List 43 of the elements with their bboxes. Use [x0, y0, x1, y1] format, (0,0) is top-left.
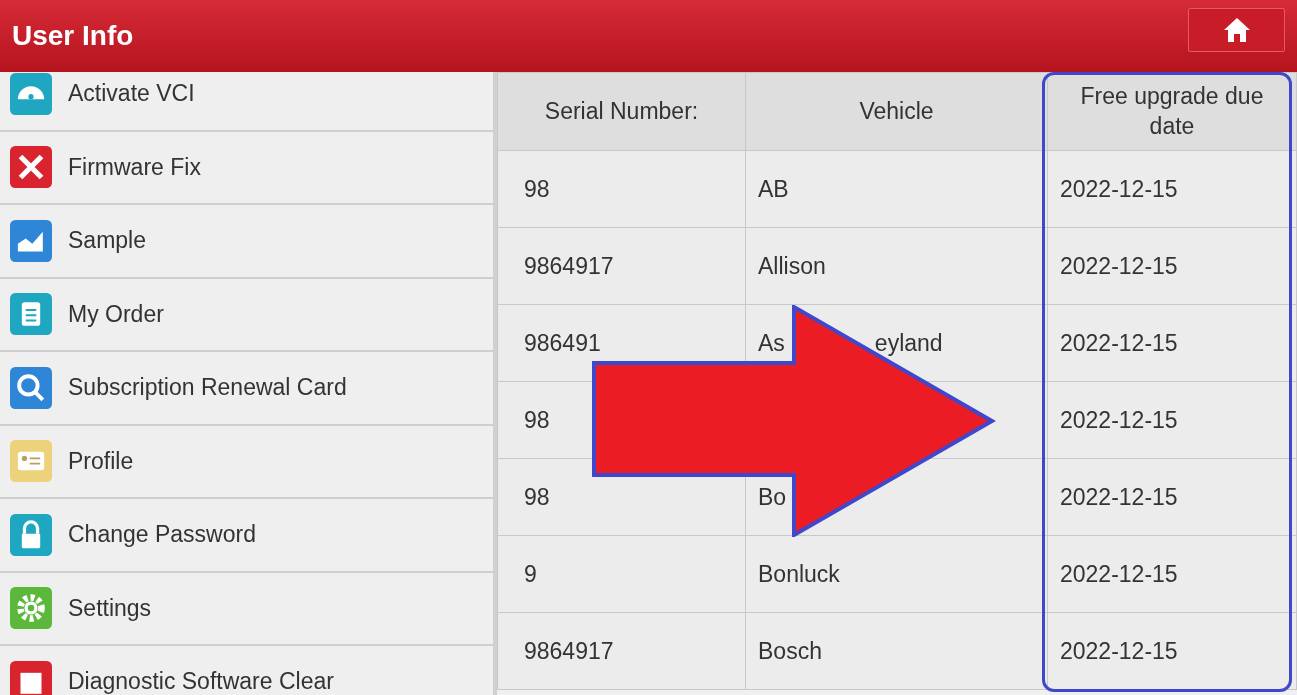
column-header: Vehicle — [745, 72, 1048, 151]
table-cell: 986491 — [524, 329, 601, 356]
table-cell: Allison — [758, 252, 826, 279]
table-cell: Bosch — [758, 637, 822, 664]
menu-item[interactable]: Sample — [0, 191, 493, 279]
menu-item[interactable]: Settings — [0, 558, 493, 646]
table-cell: Bo — [758, 483, 787, 510]
table-cell: 2022-12-15 — [1060, 329, 1178, 356]
column-header: Free upgrade due date — [1047, 72, 1297, 151]
settings-icon — [10, 587, 52, 630]
clipboard-icon — [10, 293, 52, 336]
window-icon — [10, 660, 52, 695]
table-cell: 9864917 — [524, 252, 614, 279]
table-cell: eyland — [874, 329, 943, 356]
table-cell: 98 — [524, 175, 550, 202]
table-cell: As — [758, 329, 785, 356]
lock-icon — [10, 513, 52, 556]
menu-item[interactable]: Change Password — [0, 485, 493, 573]
column-header: Serial Number: — [497, 72, 746, 151]
table-cell: 2022-12-15 — [1060, 560, 1178, 587]
home-icon — [1222, 17, 1251, 43]
window-title: User Info — [12, 20, 134, 52]
table-cell: Bonluck — [758, 560, 840, 587]
table-cell: 98 — [524, 406, 550, 433]
menu-item[interactable]: Profile — [0, 411, 493, 499]
home-button[interactable] — [1188, 8, 1285, 52]
menu-item[interactable]: Subscription Renewal Card — [0, 338, 493, 426]
menu-item[interactable]: Activate VCI — [0, 72, 493, 132]
table-cell: 2022-12-15 — [1060, 637, 1178, 664]
table-cell: 2022-12-15 — [1060, 483, 1178, 510]
table-cell: 9 — [524, 560, 537, 587]
table-cell: 9864917 — [524, 637, 614, 664]
table-cell: 98 — [524, 483, 550, 510]
chart-icon — [10, 219, 52, 262]
table-cell: 2022-12-15 — [1060, 252, 1178, 279]
table-cell: 2022-12-15 — [1060, 175, 1178, 202]
table-cell: AB — [758, 175, 789, 202]
gauge-icon — [10, 72, 52, 115]
menu-item[interactable]: Firmware Fix — [0, 117, 493, 205]
table-cell: 2022-12-15 — [1060, 406, 1178, 433]
search-icon — [10, 366, 52, 409]
menu-item[interactable]: My Order — [0, 264, 493, 352]
id-card-icon — [10, 440, 52, 483]
